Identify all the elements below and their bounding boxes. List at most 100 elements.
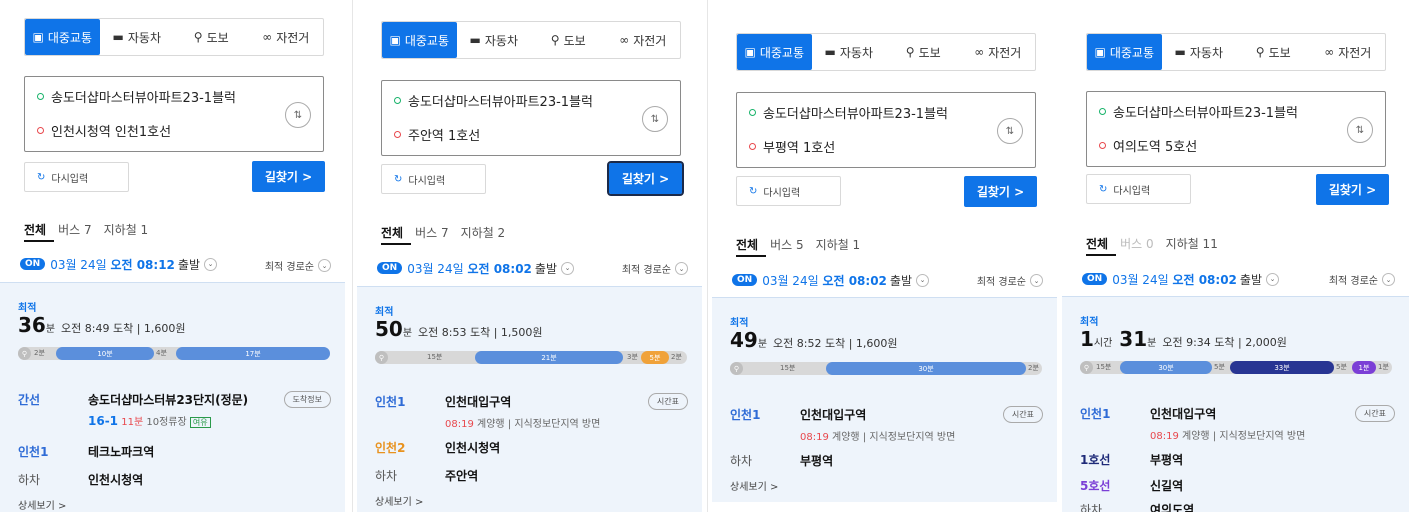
tab-all[interactable]: 전체: [24, 221, 46, 238]
result-card[interactable]: 최적 50분 오전 8:53 도착 | 1,500원 ⚲ 15분 21분 3분 5…: [357, 286, 702, 512]
car-icon: ▬: [1174, 45, 1186, 59]
swap-icon[interactable]: ⇅: [1347, 117, 1373, 143]
tab-underline: [736, 255, 766, 257]
mode-walk[interactable]: ⚲ 도보: [174, 19, 249, 55]
chevron-down-icon[interactable]: ⌄: [1266, 272, 1280, 286]
on-toggle[interactable]: ON: [1082, 273, 1108, 285]
mode-transit[interactable]: ▣ 대중교통: [382, 22, 457, 58]
mode-transit[interactable]: ▣ 대중교통: [1087, 34, 1162, 70]
end-field[interactable]: 인천시청역 인천1호선: [37, 121, 171, 140]
bus-icon: ▣: [389, 33, 401, 47]
swap-icon[interactable]: ⇅: [997, 118, 1023, 144]
arrival-info-button[interactable]: 도착정보: [283, 391, 331, 408]
reset-button[interactable]: ↻ 다시입력: [24, 162, 129, 192]
tab-underline: [24, 240, 54, 242]
result-tabs: 전체 버스 7 지하철 1: [24, 221, 148, 238]
tab-bus[interactable]: 버스 7: [58, 221, 92, 238]
sort-select[interactable]: 최적 경로순 ⌄: [1329, 272, 1395, 287]
car-icon: ▬: [469, 33, 481, 47]
reset-button[interactable]: ↻ 다시입력: [736, 176, 841, 206]
train-info: 08:19 계양행 | 지식정보단지역 방면: [1150, 431, 1306, 442]
duration: 36분 오전 8:49 도착 | 1,600원: [18, 313, 186, 337]
tab-all[interactable]: 전체: [1086, 235, 1108, 252]
reset-button[interactable]: ↻ 다시입력: [381, 164, 486, 194]
bus-icon: ▣: [744, 45, 756, 59]
end-dot-icon: [1099, 142, 1106, 149]
start-field[interactable]: 송도더샵마스터뷰아파트23-1블럭: [394, 91, 593, 110]
mode-bike[interactable]: ∞ 자전거: [961, 34, 1036, 70]
mode-tabs: ▣ 대중교통 ▬ 자동차 ⚲ 도보 ∞ 자전거: [24, 18, 324, 56]
tab-subway[interactable]: 지하철 11: [1166, 235, 1218, 252]
start-field[interactable]: 송도더샵마스터뷰아파트23-1블럭: [1099, 102, 1298, 121]
search-button[interactable]: 길찾기 >: [252, 161, 325, 192]
detail-link[interactable]: 상세보기 >: [730, 478, 778, 493]
tab-subway[interactable]: 지하철 2: [461, 224, 506, 241]
departure-date[interactable]: 03월 24일: [762, 272, 818, 289]
walk-icon: ⚲: [193, 30, 203, 44]
search-button[interactable]: 길찾기 >: [964, 176, 1037, 207]
subway-segment: 21분: [475, 351, 623, 364]
mode-walk[interactable]: ⚲ 도보: [1236, 34, 1311, 70]
end-field[interactable]: 주안역 1호선: [394, 125, 480, 144]
swap-icon[interactable]: ⇅: [285, 102, 311, 128]
chevron-down-icon: ⌄: [1382, 273, 1395, 286]
swap-icon[interactable]: ⇅: [642, 106, 668, 132]
departure-time[interactable]: 오전 08:02: [1172, 271, 1236, 288]
walk-icon: ⚲: [1255, 45, 1265, 59]
result-card[interactable]: 최적 1시간 31분 오전 9:34 도착 | 2,000원 ⚲ 15분 30분 …: [1062, 296, 1409, 512]
search-button[interactable]: 길찾기 >: [1316, 174, 1389, 205]
timetable-button[interactable]: 시간표: [1354, 405, 1395, 422]
timetable-button[interactable]: 시간표: [1002, 406, 1043, 423]
mode-transit[interactable]: ▣ 대중교통: [25, 19, 100, 55]
start-field[interactable]: 송도더샵마스터뷰아파트23-1블럭: [749, 103, 948, 122]
tab-subway[interactable]: 지하철 1: [104, 221, 149, 238]
tab-bus[interactable]: 버스 7: [415, 224, 449, 241]
on-toggle[interactable]: ON: [377, 262, 403, 274]
result-card[interactable]: 최적 36분 오전 8:49 도착 | 1,600원 ⚲ 2분 10분 4분 17…: [0, 282, 345, 512]
mode-walk[interactable]: ⚲ 도보: [531, 22, 606, 58]
tab-all[interactable]: 전체: [736, 236, 758, 253]
end-field[interactable]: 여의도역 5호선: [1099, 136, 1197, 155]
route-input-box: 송도더샵마스터뷰아파트23-1블럭 주안역 1호선 ⇅: [381, 80, 681, 156]
departure-time[interactable]: 오전 08:02: [467, 260, 531, 277]
tab-subway[interactable]: 지하철 1: [816, 236, 861, 253]
mode-bike[interactable]: ∞ 자전거: [606, 22, 681, 58]
mode-car[interactable]: ▬ 자동차: [1162, 34, 1237, 70]
departure-date[interactable]: 03월 24일: [50, 256, 106, 273]
start-field[interactable]: 송도더샵마스터뷰아파트23-1블럭: [37, 87, 236, 106]
departure-date[interactable]: 03월 24일: [407, 260, 463, 277]
end-field[interactable]: 부평역 1호선: [749, 137, 835, 156]
detail-link[interactable]: 상세보기 >: [375, 493, 423, 508]
sort-select[interactable]: 최적 경로순 ⌄: [265, 258, 331, 273]
mode-car[interactable]: ▬ 자동차: [812, 34, 887, 70]
sort-select[interactable]: 최적 경로순 ⌄: [977, 273, 1043, 288]
mode-transit[interactable]: ▣ 대중교통: [737, 34, 812, 70]
departure-time[interactable]: 오전 08:02: [822, 272, 886, 289]
reset-button[interactable]: ↻ 다시입력: [1086, 174, 1191, 204]
mode-walk[interactable]: ⚲ 도보: [886, 34, 961, 70]
on-toggle[interactable]: ON: [20, 258, 46, 270]
step-3: 하차 주안역: [375, 469, 479, 483]
mode-car[interactable]: ▬ 자동차: [100, 19, 175, 55]
mode-car[interactable]: ▬ 자동차: [457, 22, 532, 58]
tab-bus[interactable]: 버스 5: [770, 236, 804, 253]
tab-all[interactable]: 전체: [381, 224, 403, 241]
chevron-down-icon[interactable]: ⌄: [204, 257, 218, 271]
search-button[interactable]: 길찾기 >: [607, 161, 684, 196]
result-card[interactable]: 최적 49분 오전 8:52 도착 | 1,600원 ⚲ 15분 30분 2분 인…: [712, 297, 1057, 502]
on-toggle[interactable]: ON: [732, 274, 758, 286]
timetable-button[interactable]: 시간표: [647, 393, 688, 410]
departure-date[interactable]: 03월 24일: [1112, 271, 1168, 288]
route-input-box: 송도더샵마스터뷰아파트23-1블럭 여의도역 5호선 ⇅: [1086, 91, 1386, 167]
mode-bike[interactable]: ∞ 자전거: [249, 19, 324, 55]
mode-bike[interactable]: ∞ 자전거: [1311, 34, 1386, 70]
departure-time[interactable]: 오전 08:12: [110, 256, 174, 273]
chevron-down-icon[interactable]: ⌄: [561, 261, 575, 275]
subway-segment-2: 5분: [641, 351, 669, 364]
step-2: 인천2 인천시청역: [375, 441, 501, 455]
walk-icon: ⚲: [1080, 361, 1093, 374]
sort-select[interactable]: 최적 경로순 ⌄: [622, 261, 688, 276]
step-3: 5호선 신길역: [1080, 479, 1184, 493]
chevron-down-icon[interactable]: ⌄: [916, 273, 930, 287]
detail-link[interactable]: 상세보기 >: [18, 497, 66, 512]
